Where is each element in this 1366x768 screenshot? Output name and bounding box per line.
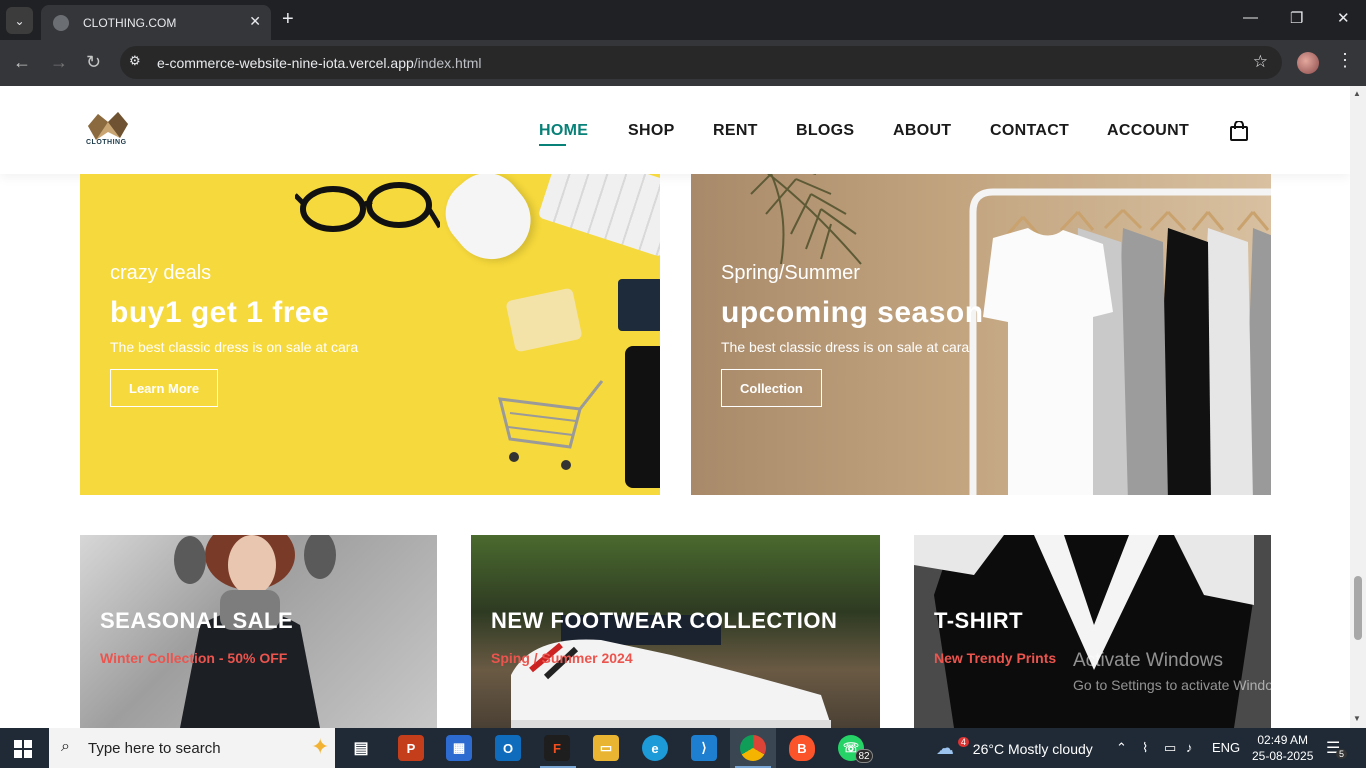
volume-icon[interactable]: ♪ [1186, 740, 1193, 755]
scroll-down-icon[interactable]: ▼ [1353, 714, 1361, 723]
nav-rent[interactable]: RENT [713, 122, 758, 140]
search-placeholder: Type here to search [88, 740, 221, 757]
nav-account[interactable]: ACCOUNT [1107, 122, 1189, 140]
cloud-icon: ☁ [936, 738, 954, 758]
banner-description: The best classic dress is on sale at car… [721, 339, 970, 355]
card-title: NEW FOOTWEAR COLLECTION [491, 608, 838, 633]
tab-search-button[interactable]: ⌄ [6, 7, 33, 34]
chevron-up-icon[interactable]: ⌃ [1116, 740, 1127, 756]
paper-bag-image [505, 287, 583, 353]
chrome-icon[interactable] [740, 735, 766, 761]
phone-image [625, 346, 660, 488]
collection-button[interactable]: Collection [721, 369, 822, 407]
palm-leaves-image [750, 174, 862, 265]
card-footwear[interactable]: NEW FOOTWEAR COLLECTION Sping / Summer 2… [471, 535, 880, 728]
nav-contact[interactable]: CONTACT [990, 122, 1069, 140]
weather-alert-badge: 4 [957, 737, 969, 747]
nav-blogs[interactable]: BLOGS [796, 122, 854, 140]
close-window-button[interactable]: ✕ [1337, 9, 1350, 27]
weather-text: Mostly cloudy [1007, 741, 1093, 757]
bookmark-star-icon[interactable]: ☆ [1253, 52, 1268, 72]
activation-watermark-sub: Go to Settings to activate Windows. [1073, 677, 1294, 693]
vscode-icon[interactable]: ⟩ [691, 735, 717, 761]
card-title: T-SHIRT [934, 608, 1024, 633]
card-subtitle: New Trendy Prints [934, 650, 1057, 666]
page-scrollbar[interactable]: ▲ ▼ [1350, 86, 1366, 728]
keyboard-image [537, 174, 660, 258]
card-title: SEASONAL SALE [100, 608, 294, 633]
browser-menu-icon[interactable]: ⋮ [1336, 50, 1354, 71]
close-tab-icon[interactable]: ✕ [249, 13, 261, 30]
card-tshirt[interactable]: T-SHIRT New Trendy Prints [914, 535, 1271, 728]
network-icon[interactable]: ⌇ [1142, 740, 1148, 756]
figma-icon[interactable]: F [544, 735, 570, 761]
credit-card-image [618, 279, 660, 331]
search-highlight-icon: ✦ [311, 734, 330, 759]
profile-avatar[interactable] [1297, 52, 1319, 74]
taskbar-search[interactable]: ⌕ Type here to search ✦ [49, 728, 335, 768]
glasses-image [295, 182, 440, 232]
globe-icon [53, 14, 69, 31]
powerpoint-icon[interactable]: P [398, 735, 424, 761]
learn-more-button[interactable]: Learn More [110, 369, 219, 407]
store-icon[interactable]: ▦ [446, 735, 472, 761]
card-subtitle: Sping / Summer 2024 [491, 650, 633, 666]
weather-temp: 26°C [972, 741, 1005, 757]
card-seasonal-sale[interactable]: SEASONAL SALE Winter Collection - 50% OF… [80, 535, 437, 728]
brave-icon[interactable]: B [789, 735, 815, 761]
card-subtitle: Winter Collection - 50% OFF [100, 650, 288, 666]
clock-date: 25-08-2025 [1252, 749, 1314, 763]
minimize-button[interactable]: — [1243, 9, 1258, 26]
browser-toolbar: ← → ↻ ⚙ e-commerce-website-nine-iota.ver… [0, 40, 1366, 86]
banner-small-text: crazy deals [110, 262, 212, 284]
clock[interactable]: 02:49 AM 25-08-2025 [1252, 732, 1313, 764]
scrollbar-thumb[interactable] [1354, 576, 1362, 640]
search-icon: ⌕ [61, 738, 70, 755]
new-tab-button[interactable]: + [282, 8, 294, 31]
activation-watermark: Activate Windows [1073, 650, 1223, 671]
mouse-image [431, 174, 547, 276]
nav-about[interactable]: ABOUT [893, 122, 951, 140]
outlook-icon[interactable]: O [495, 735, 521, 761]
browser-tab[interactable]: CLOTHING.COM ✕ [41, 5, 271, 40]
windows-taskbar: ⌕ Type here to search ✦ ▤ P ▦ O F ▭ e ⟩ … [0, 728, 1366, 768]
banner-heading: buy1 get 1 free [110, 296, 330, 329]
nav-home[interactable]: HOME [539, 122, 588, 146]
restore-button[interactable]: ❐ [1290, 9, 1303, 27]
back-button[interactable]: ← [13, 52, 31, 73]
banner-upcoming-season: Spring/Summer upcoming season The best c… [691, 174, 1271, 495]
edge-icon[interactable]: e [642, 735, 668, 761]
scroll-up-icon[interactable]: ▲ [1353, 89, 1361, 98]
nav-shop[interactable]: SHOP [628, 122, 675, 140]
clock-time: 02:49 AM [1257, 733, 1309, 747]
notification-count: 5 [1336, 749, 1348, 759]
page-viewport: CLOTHING HOME SHOP RENT BLOGS ABOUT CONT… [0, 86, 1350, 728]
whatsapp-badge: 82 [855, 749, 873, 763]
site-info-icon[interactable]: ⚙ [129, 53, 141, 69]
task-view-icon[interactable]: ▤ [348, 735, 374, 761]
language-indicator[interactable]: ENG [1212, 740, 1240, 755]
address-bar[interactable]: ⚙ e-commerce-website-nine-iota.vercel.ap… [120, 46, 1282, 79]
clothing-rack-image [969, 188, 1271, 495]
url-text[interactable]: e-commerce-website-nine-iota.vercel.app/… [157, 55, 481, 71]
weather-widget[interactable]: ☁ 4 26°C Mostly cloudy [936, 737, 1093, 759]
banner-crazy-deals: crazy deals buy1 get 1 free The best cla… [80, 174, 660, 495]
file-explorer-icon[interactable]: ▭ [593, 735, 619, 761]
battery-icon[interactable]: ▭ [1164, 740, 1176, 756]
banner-description: The best classic dress is on sale at car… [110, 339, 359, 355]
site-header: CLOTHING HOME SHOP RENT BLOGS ABOUT CONT… [0, 86, 1350, 174]
windows-start-icon[interactable] [14, 740, 32, 758]
reload-button[interactable]: ↻ [86, 52, 101, 73]
banner-heading: upcoming season [721, 296, 984, 329]
banner-small-text: Spring/Summer [721, 262, 860, 284]
browser-tab-strip: ⌄ CLOTHING.COM ✕ + — ❐ ✕ [0, 0, 1366, 40]
forward-button[interactable]: → [50, 52, 68, 73]
shopping-bag-icon[interactable] [1230, 121, 1248, 141]
cart-image [498, 380, 604, 470]
tab-title: CLOTHING.COM [83, 15, 177, 30]
logo-text: CLOTHING [86, 139, 127, 146]
